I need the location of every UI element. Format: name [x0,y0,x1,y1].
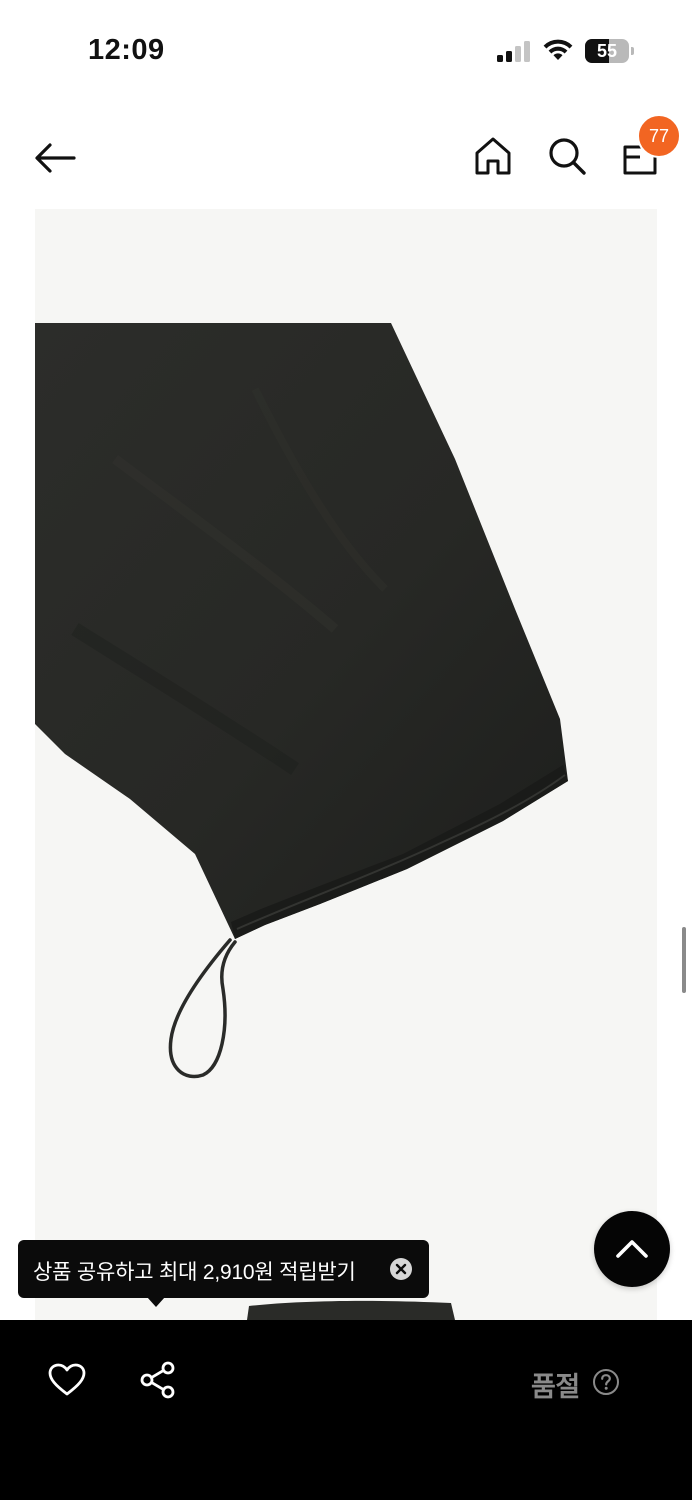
battery-level: 55 [596,41,618,61]
arrow-left-icon[interactable] [30,138,80,178]
wifi-icon [543,39,573,60]
close-circle-icon[interactable] [389,1257,413,1281]
chevron-up-icon [616,1240,648,1258]
share-icon[interactable] [138,1360,178,1400]
status-time: 12:09 [88,34,165,66]
sold-out-label: 품절 [531,1372,580,1402]
battery-icon: 55 [585,39,634,63]
tooltip-text: 상품 공유하고 최대 2,910원 적립받기 [33,1261,356,1284]
bottom-action-bar: 품절 [0,1320,692,1500]
home-icon[interactable] [472,134,514,178]
search-icon[interactable] [545,134,589,178]
signal-icon [497,41,530,62]
heart-icon[interactable] [47,1362,87,1398]
scroll-to-top-button[interactable] [594,1211,670,1287]
share-reward-tooltip: 상품 공유하고 최대 2,910원 적립받기 [18,1240,429,1298]
scroll-indicator[interactable] [682,927,686,993]
status-bar: 12:09 55 [0,0,692,100]
cart-count-badge: 77 [637,114,681,158]
product-photo-pants [35,323,568,1320]
top-nav [0,110,692,205]
question-circle-icon[interactable] [592,1368,620,1396]
product-image[interactable] [35,209,657,1320]
tooltip-arrow [147,1297,165,1307]
